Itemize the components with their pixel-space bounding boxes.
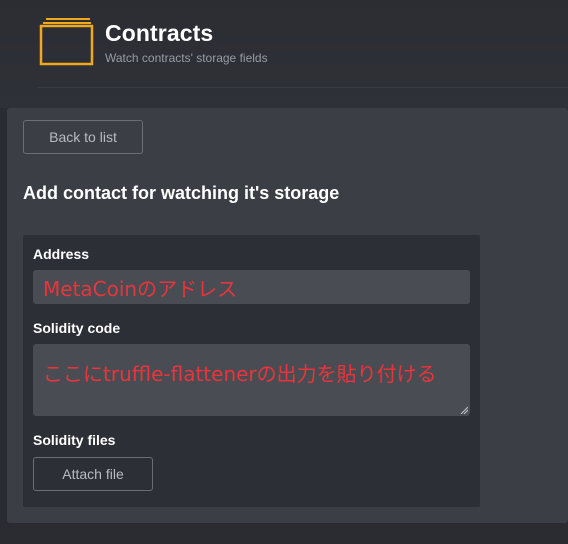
form-title: Add contact for watching it's storage: [23, 183, 340, 203]
solidity-code-value: ここにtruffle-flattenerの出力を貼り付ける: [43, 362, 437, 386]
header-divider: [38, 87, 568, 88]
solidity-files-label: Solidity files: [33, 432, 116, 448]
address-input[interactable]: MetaCoinのアドレス: [33, 270, 470, 304]
page-header: Contracts Watch contracts' storage field…: [0, 0, 568, 108]
page-title: Contracts: [105, 20, 214, 46]
address-label: Address: [33, 246, 90, 262]
solidity-code-textarea[interactable]: ここにtruffle-flattenerの出力を貼り付ける: [33, 344, 470, 416]
page-subtitle: Watch contracts' storage fields: [105, 51, 268, 65]
attach-file-button[interactable]: Attach file: [33, 457, 153, 491]
solidity-code-label: Solidity code: [33, 320, 121, 336]
resize-grip-icon[interactable]: [460, 406, 468, 414]
back-to-list-button[interactable]: Back to list: [23, 120, 143, 154]
folder-stack-icon: [39, 18, 94, 66]
